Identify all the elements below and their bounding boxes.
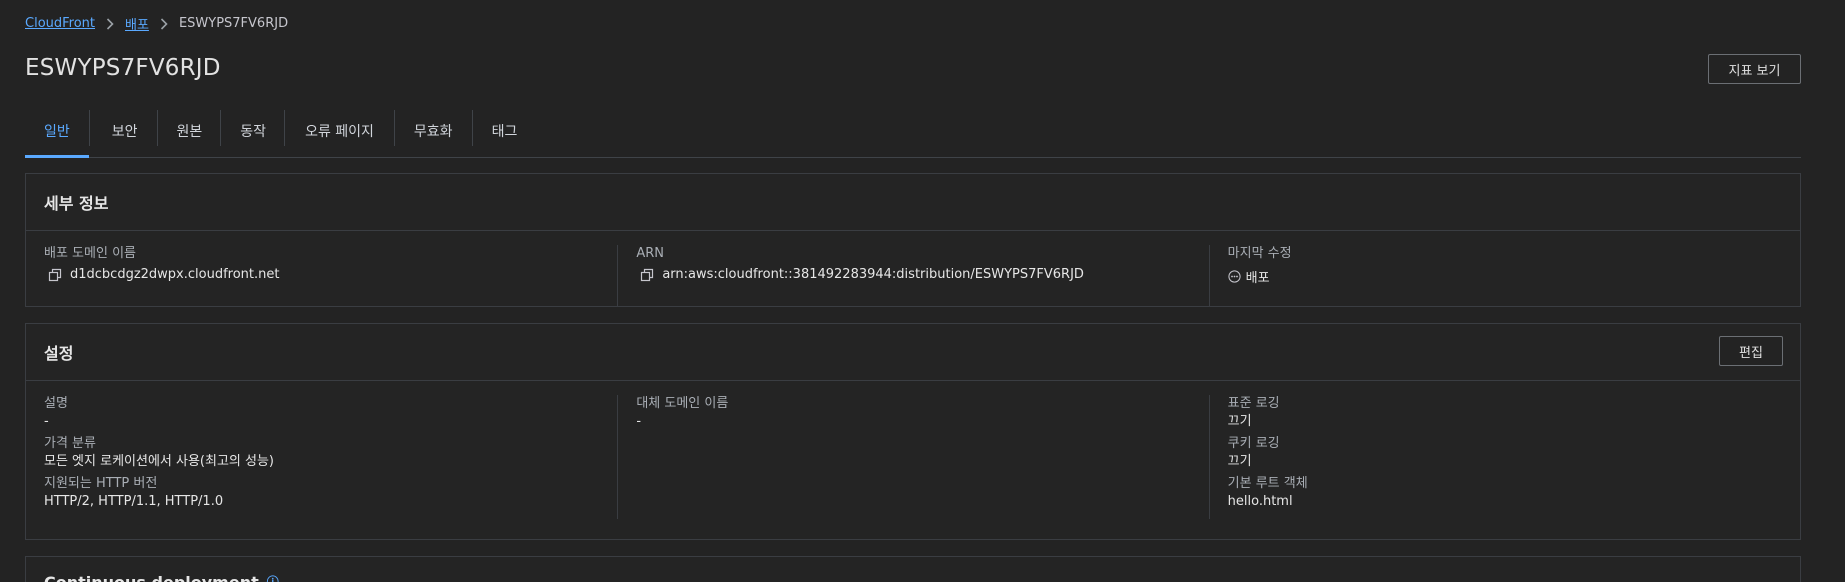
tab-origins[interactable]: 원본	[158, 110, 222, 146]
alternate-domain-label: 대체 도메인 이름	[636, 396, 729, 411]
copy-icon[interactable]	[640, 268, 654, 282]
description-label: 설명	[44, 396, 68, 411]
tab-invalidations[interactable]: 무효화	[395, 110, 473, 146]
settings-title: 설정	[44, 344, 74, 363]
last-modified-label: 마지막 수정	[1227, 246, 1292, 261]
price-class-value: 모든 엣지 로케이션에서 사용(최고의 성능)	[44, 454, 274, 469]
settings-general-column: 설명 - 가격 분류 모든 엣지 로케이션에서 사용(최고의 성능) 지원되는 …	[26, 395, 617, 519]
info-icon[interactable]: ⓘ	[267, 573, 279, 582]
tab-label: 오류 페이지	[305, 124, 374, 140]
settings-panel: 설정 설명 - 가격 분류 모든 엣지 로케이션에서 사용(최고의 성능) 지원…	[25, 323, 1801, 540]
tab-label: 원본	[176, 124, 203, 140]
in-progress-icon	[1228, 270, 1241, 283]
tab-behaviors[interactable]: 동작	[221, 110, 286, 146]
standard-logging-value: 끄기	[1227, 414, 1252, 429]
chevron-right-icon	[106, 17, 114, 30]
breadcrumb-current: ESWYPS7FV6RJD	[178, 16, 289, 31]
tab-security[interactable]: 보안	[90, 110, 158, 146]
breadcrumb: CloudFront 배포 ESWYPS7FV6RJD	[25, 14, 288, 33]
continuous-deployment-header: Continuous deployment ⓘ	[26, 557, 1800, 582]
alternate-domain-value: -	[636, 414, 642, 429]
continuous-deployment-title: Continuous deployment	[44, 573, 259, 582]
continuous-deployment-panel: Continuous deployment ⓘ	[25, 556, 1801, 582]
page: CloudFront 배포 ESWYPS7FV6RJD ESWYPS7FV6RJ…	[0, 0, 1845, 582]
cookie-logging-value: 끄기	[1227, 454, 1252, 469]
details-title: 세부 정보	[26, 174, 1800, 231]
default-root-object-value: hello.html	[1227, 494, 1293, 509]
domain-label: 배포 도메인 이름	[44, 246, 136, 261]
settings-logging-column: 표준 로깅 끄기 쿠키 로깅 끄기 기본 루트 객체 hello.html	[1208, 395, 1800, 519]
edit-settings-button[interactable]: 편집	[1719, 336, 1783, 366]
details-panel: 세부 정보 배포 도메인 이름 d1dcbcdgz2dwpx.cloudfron…	[25, 173, 1801, 307]
arn-value: arn:aws:cloudfront::381492283944:distrib…	[662, 267, 1084, 282]
cookie-logging-label: 쿠키 로깅	[1227, 436, 1280, 451]
last-modified-value: 배포	[1245, 271, 1270, 286]
chevron-right-icon	[160, 17, 168, 30]
tab-label: 무효화	[413, 124, 453, 140]
page-title: ESWYPS7FV6RJD	[25, 55, 221, 81]
price-class-label: 가격 분류	[44, 436, 96, 451]
tab-error-pages[interactable]: 오류 페이지	[285, 110, 395, 146]
copy-icon[interactable]	[48, 268, 62, 282]
breadcrumb-link-cloudfront[interactable]: CloudFront	[25, 16, 95, 31]
tab-bar: 일반 보안 원본 동작 오류 페이지 무효화 태그	[25, 110, 1801, 158]
details-modified-column: 마지막 수정 배포	[1208, 245, 1800, 307]
tab-label: 태그	[491, 124, 518, 140]
details-domain-column: 배포 도메인 이름 d1dcbcdgz2dwpx.cloudfront.net	[26, 245, 617, 307]
breadcrumb-link-distributions[interactable]: 배포	[125, 14, 149, 33]
standard-logging-label: 표준 로깅	[1227, 396, 1280, 411]
description-value: -	[44, 414, 49, 429]
default-root-object-label: 기본 루트 객체	[1227, 476, 1308, 491]
details-arn-column: ARN arn:aws:cloudfront::381492283944:dis…	[617, 245, 1208, 307]
view-metrics-button[interactable]: 지표 보기	[1708, 54, 1801, 84]
arn-label: ARN	[636, 246, 664, 261]
settings-domain-column: 대체 도메인 이름 -	[617, 395, 1208, 519]
tab-label: 보안	[111, 124, 138, 140]
settings-header: 설정	[26, 324, 1800, 381]
tab-label: 일반	[44, 124, 70, 140]
domain-value: d1dcbcdgz2dwpx.cloudfront.net	[70, 267, 280, 282]
http-version-value: HTTP/2, HTTP/1.1, HTTP/1.0	[44, 494, 224, 509]
tab-tags[interactable]: 태그	[473, 110, 537, 146]
http-version-label: 지원되는 HTTP 버전	[44, 476, 158, 491]
tab-label: 동작	[240, 124, 267, 140]
tab-general[interactable]: 일반	[25, 110, 90, 158]
